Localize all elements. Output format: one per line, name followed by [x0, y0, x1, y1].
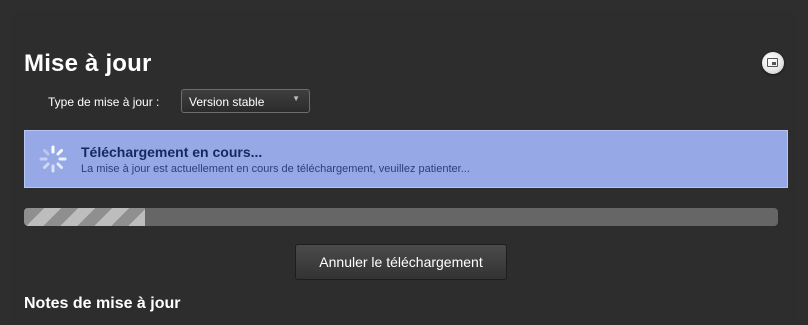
update-type-selected-value: Version stable — [189, 95, 265, 109]
cancel-download-button[interactable]: Annuler le téléchargement — [295, 244, 507, 280]
header: Mise à jour — [24, 50, 784, 84]
window-restore-icon[interactable] — [762, 52, 784, 74]
update-type-label: Type de mise à jour : — [48, 95, 160, 109]
download-progress-bar — [24, 208, 778, 226]
download-status-box: Téléchargement en cours... La mise à jou… — [24, 130, 788, 188]
status-description: La mise à jour est actuellement en cours… — [81, 163, 470, 175]
chevron-down-icon: ▼ — [292, 94, 300, 103]
page-title: Mise à jour — [24, 50, 152, 77]
loading-spinner-icon — [39, 145, 67, 173]
download-progress-fill — [24, 208, 145, 226]
release-notes-heading: Notes de mise à jour — [24, 295, 181, 312]
update-panel: Mise à jour Type de mise à jour : Versio… — [10, 10, 798, 325]
update-type-select[interactable]: Version stable ▼ — [181, 89, 310, 113]
window-glyph — [767, 58, 778, 67]
status-title: Téléchargement en cours... — [81, 144, 263, 160]
